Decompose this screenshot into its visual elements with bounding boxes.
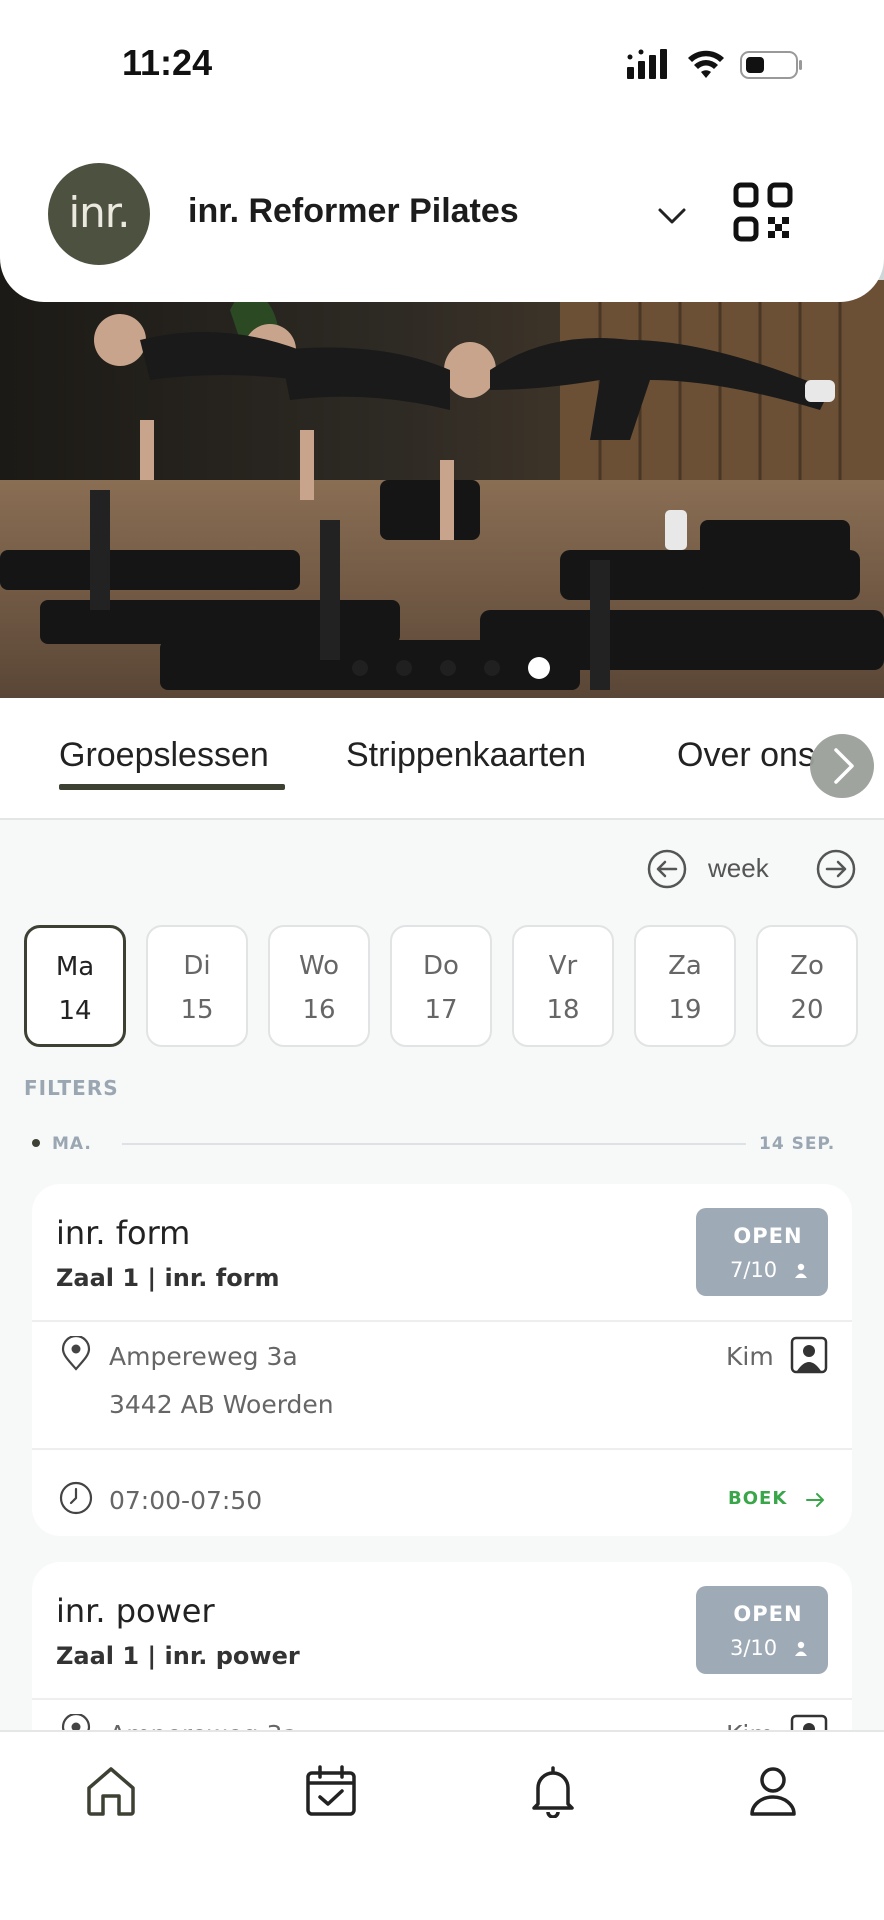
day-zo[interactable]: Zo 20 <box>756 925 858 1047</box>
day-ma[interactable]: Ma 14 <box>24 925 126 1047</box>
wifi-icon <box>688 50 724 78</box>
availability-status: OPEN <box>733 1224 803 1248</box>
day-selector: Ma 14 Di 15 Wo 16 Do 17 Vr 18 Za 19 Zo 2… <box>24 925 864 1047</box>
availability-count: 3/10 <box>730 1636 778 1660</box>
date-header-date: 14 SEP. <box>759 1134 836 1154</box>
day-date: 16 <box>302 995 336 1025</box>
day-za[interactable]: Za 19 <box>634 925 736 1047</box>
class-room: Zaal 1 | inr. power <box>56 1642 300 1670</box>
chevron-right-icon <box>834 748 854 784</box>
day-date: 19 <box>668 995 702 1025</box>
teacher-name: Kim <box>726 1342 774 1371</box>
filters-button[interactable]: FILTERS <box>24 1076 119 1100</box>
bottom-navigation <box>0 1730 884 1920</box>
class-room: Zaal 1 | inr. form <box>56 1264 280 1292</box>
tab-bar: Groepslessen Strippenkaarten Over ons <box>0 698 884 820</box>
day-name: Do <box>423 951 459 981</box>
availability-badge: OPEN 3/10 <box>696 1586 828 1674</box>
tab-over-ons[interactable]: Over ons <box>677 736 815 775</box>
day-di[interactable]: Di 15 <box>146 925 248 1047</box>
person-icon <box>795 1263 807 1278</box>
day-date: 17 <box>424 995 458 1025</box>
arrow-right-icon[interactable] <box>803 1488 827 1512</box>
tab-strippenkaarten[interactable]: Strippenkaarten <box>346 736 586 775</box>
availability-count: 7/10 <box>730 1258 778 1282</box>
tabs-scroll-right-button[interactable] <box>810 734 874 798</box>
availability-badge: OPEN 7/10 <box>696 1208 828 1296</box>
day-wo[interactable]: Wo 16 <box>268 925 370 1047</box>
day-date: 18 <box>546 995 580 1025</box>
card-divider <box>32 1698 852 1700</box>
carousel-dot[interactable] <box>352 660 368 676</box>
carousel-dot[interactable] <box>396 660 412 676</box>
active-tab-indicator <box>59 784 285 790</box>
day-do[interactable]: Do 17 <box>390 925 492 1047</box>
day-name: Wo <box>298 951 340 981</box>
day-name: Di <box>183 951 211 981</box>
class-card[interactable]: inr. form Zaal 1 | inr. form OPEN 7/10 A… <box>32 1184 852 1536</box>
book-button[interactable]: BOEK <box>728 1488 787 1509</box>
day-date: 15 <box>180 995 214 1025</box>
date-header-day: MA. <box>52 1134 92 1154</box>
carousel-dot-active[interactable] <box>528 657 550 679</box>
carousel-dots <box>0 656 884 680</box>
status-bar: 11:24 <box>0 0 884 130</box>
hero-carousel[interactable] <box>0 250 884 698</box>
arrow-left-circle-icon[interactable] <box>646 848 688 890</box>
day-name: Vr <box>548 951 578 981</box>
bell-icon[interactable] <box>526 1764 580 1818</box>
person-card-icon <box>790 1336 828 1374</box>
hero-image <box>0 250 884 698</box>
day-vr[interactable]: Vr 18 <box>512 925 614 1047</box>
date-divider <box>122 1143 746 1145</box>
carousel-dot[interactable] <box>440 660 456 676</box>
studio-logo: inr. <box>48 163 150 265</box>
availability-status: OPEN <box>733 1602 803 1626</box>
signal-icon <box>627 49 667 79</box>
battery-icon <box>740 51 802 79</box>
tab-groepslessen[interactable]: Groepslessen <box>59 736 269 775</box>
day-date: 14 <box>58 996 92 1026</box>
status-icons <box>627 49 802 79</box>
week-label: week <box>708 853 769 883</box>
user-icon[interactable] <box>746 1764 800 1818</box>
location-pin-icon <box>61 1336 91 1371</box>
class-title: inr. form <box>56 1214 191 1252</box>
day-name: Zo <box>790 951 824 981</box>
class-title: inr. power <box>56 1592 215 1630</box>
address-line-1: Ampereweg 3a <box>109 1342 298 1371</box>
studio-header: inr. inr. Reformer Pilates <box>0 130 884 302</box>
clock-icon <box>59 1481 93 1515</box>
person-icon <box>795 1641 807 1656</box>
qr-code-icon[interactable] <box>733 182 793 242</box>
day-name: Ma <box>55 952 95 982</box>
date-header: MA. 14 SEP. <box>30 1130 840 1160</box>
class-time: 07:00-07:50 <box>109 1486 263 1515</box>
day-name: Za <box>668 951 702 981</box>
chevron-down-icon[interactable] <box>652 196 692 236</box>
studio-name[interactable]: inr. Reformer Pilates <box>188 192 519 231</box>
arrow-right-circle-icon[interactable] <box>815 848 857 890</box>
card-divider <box>32 1320 852 1322</box>
date-dot <box>32 1139 40 1147</box>
day-date: 20 <box>790 995 824 1025</box>
home-icon[interactable] <box>84 1764 138 1818</box>
status-time: 11:24 <box>122 42 213 83</box>
address-line-2: 3442 AB Woerden <box>109 1390 334 1419</box>
card-divider <box>32 1448 852 1450</box>
calendar-check-icon[interactable] <box>304 1764 358 1818</box>
carousel-dot[interactable] <box>484 660 500 676</box>
